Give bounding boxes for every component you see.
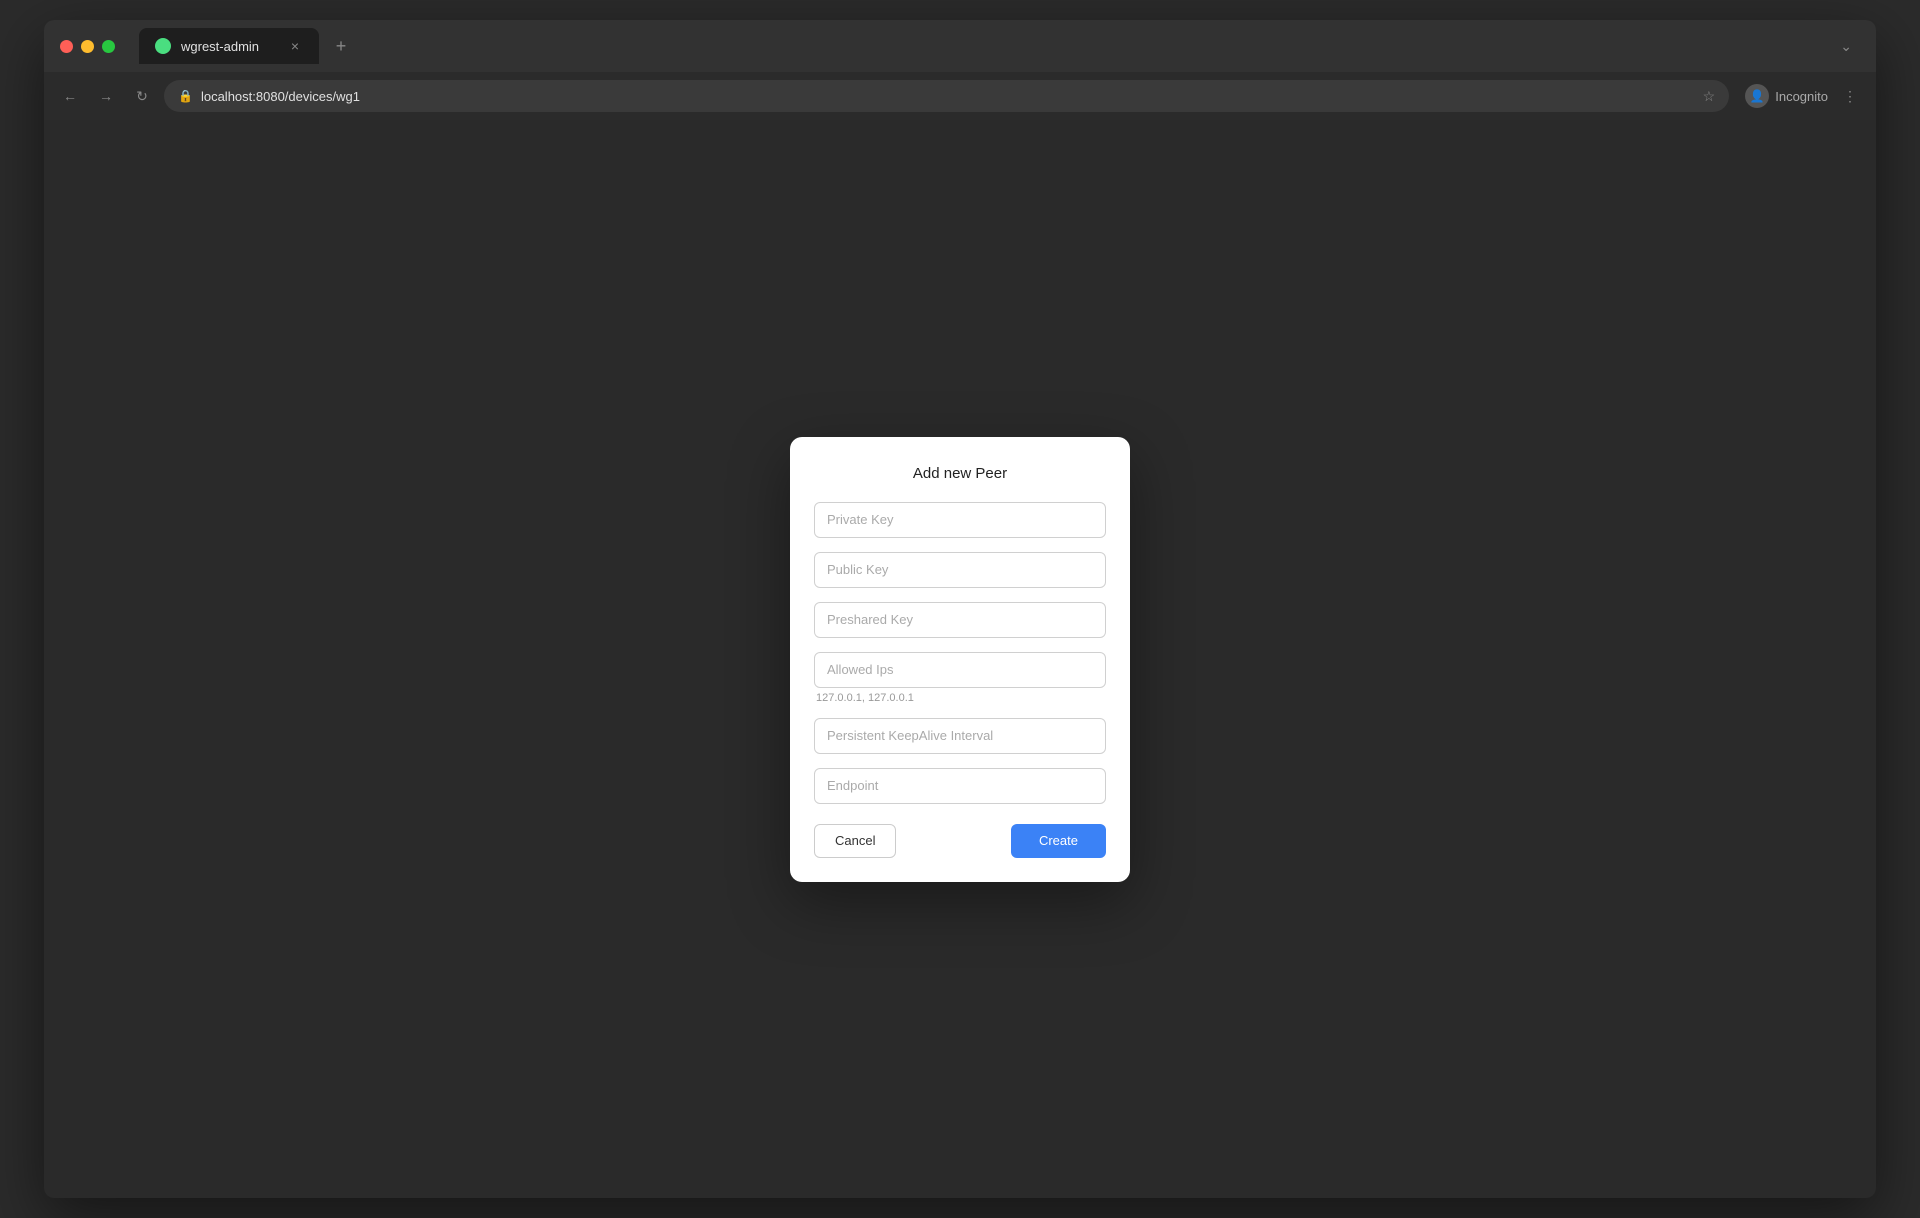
traffic-lights <box>60 40 115 53</box>
tab-close-icon[interactable]: × <box>287 38 303 54</box>
browser-tab-active[interactable]: wgrest-admin × <box>139 28 319 64</box>
maximize-window-button[interactable] <box>102 40 115 53</box>
minimize-window-button[interactable] <box>81 40 94 53</box>
private-key-group <box>814 502 1106 538</box>
add-peer-modal: Add new Peer 127.0.0.1, 127.0.0.1 <box>790 437 1130 882</box>
address-url: localhost:8080/devices/wg1 <box>201 89 1695 104</box>
public-key-group <box>814 552 1106 588</box>
allowed-ips-group: 127.0.0.1, 127.0.0.1 <box>814 652 1106 704</box>
tab-end-controls: ⌄ <box>1840 38 1860 55</box>
preshared-key-input[interactable] <box>814 602 1106 638</box>
menu-button[interactable]: ⋮ <box>1836 82 1864 110</box>
cancel-button[interactable]: Cancel <box>814 824 896 858</box>
preshared-key-group <box>814 602 1106 638</box>
bookmark-icon[interactable]: ☆ <box>1703 88 1716 105</box>
allowed-ips-hint: 127.0.0.1, 127.0.0.1 <box>814 692 1106 704</box>
page-content: Add new Peer 127.0.0.1, 127.0.0.1 <box>44 120 1876 1198</box>
tab-bar: wgrest-admin × + <box>139 28 1828 64</box>
tab-favicon <box>155 38 171 54</box>
modal-actions: Cancel Create <box>814 824 1106 858</box>
modal-overlay: Add new Peer 127.0.0.1, 127.0.0.1 <box>44 120 1876 1198</box>
endpoint-group <box>814 768 1106 804</box>
refresh-button[interactable]: ↻ <box>128 82 156 110</box>
keepalive-group <box>814 718 1106 754</box>
address-bar[interactable]: 🔒 localhost:8080/devices/wg1 ☆ <box>164 80 1729 112</box>
private-key-input[interactable] <box>814 502 1106 538</box>
back-button[interactable]: ← <box>56 82 84 110</box>
incognito-label: Incognito <box>1775 89 1828 104</box>
browser-titlebar: wgrest-admin × + ⌄ <box>44 20 1876 72</box>
incognito-area: 👤 Incognito <box>1745 84 1828 108</box>
new-tab-button[interactable]: + <box>327 32 355 60</box>
lock-icon: 🔒 <box>178 89 193 103</box>
endpoint-input[interactable] <box>814 768 1106 804</box>
create-button[interactable]: Create <box>1011 824 1106 858</box>
modal-title: Add new Peer <box>814 465 1106 482</box>
browser-right-controls: 👤 Incognito ⋮ <box>1745 82 1864 110</box>
public-key-input[interactable] <box>814 552 1106 588</box>
tab-dropdown-icon: ⌄ <box>1840 38 1852 54</box>
close-window-button[interactable] <box>60 40 73 53</box>
allowed-ips-input[interactable] <box>814 652 1106 688</box>
browser-window: wgrest-admin × + ⌄ ← → ↻ 🔒 localhost:808… <box>44 20 1876 1198</box>
keepalive-input[interactable] <box>814 718 1106 754</box>
tab-title: wgrest-admin <box>181 39 277 54</box>
browser-toolbar: ← → ↻ 🔒 localhost:8080/devices/wg1 ☆ 👤 I… <box>44 72 1876 120</box>
forward-button[interactable]: → <box>92 82 120 110</box>
incognito-avatar-icon: 👤 <box>1745 84 1769 108</box>
